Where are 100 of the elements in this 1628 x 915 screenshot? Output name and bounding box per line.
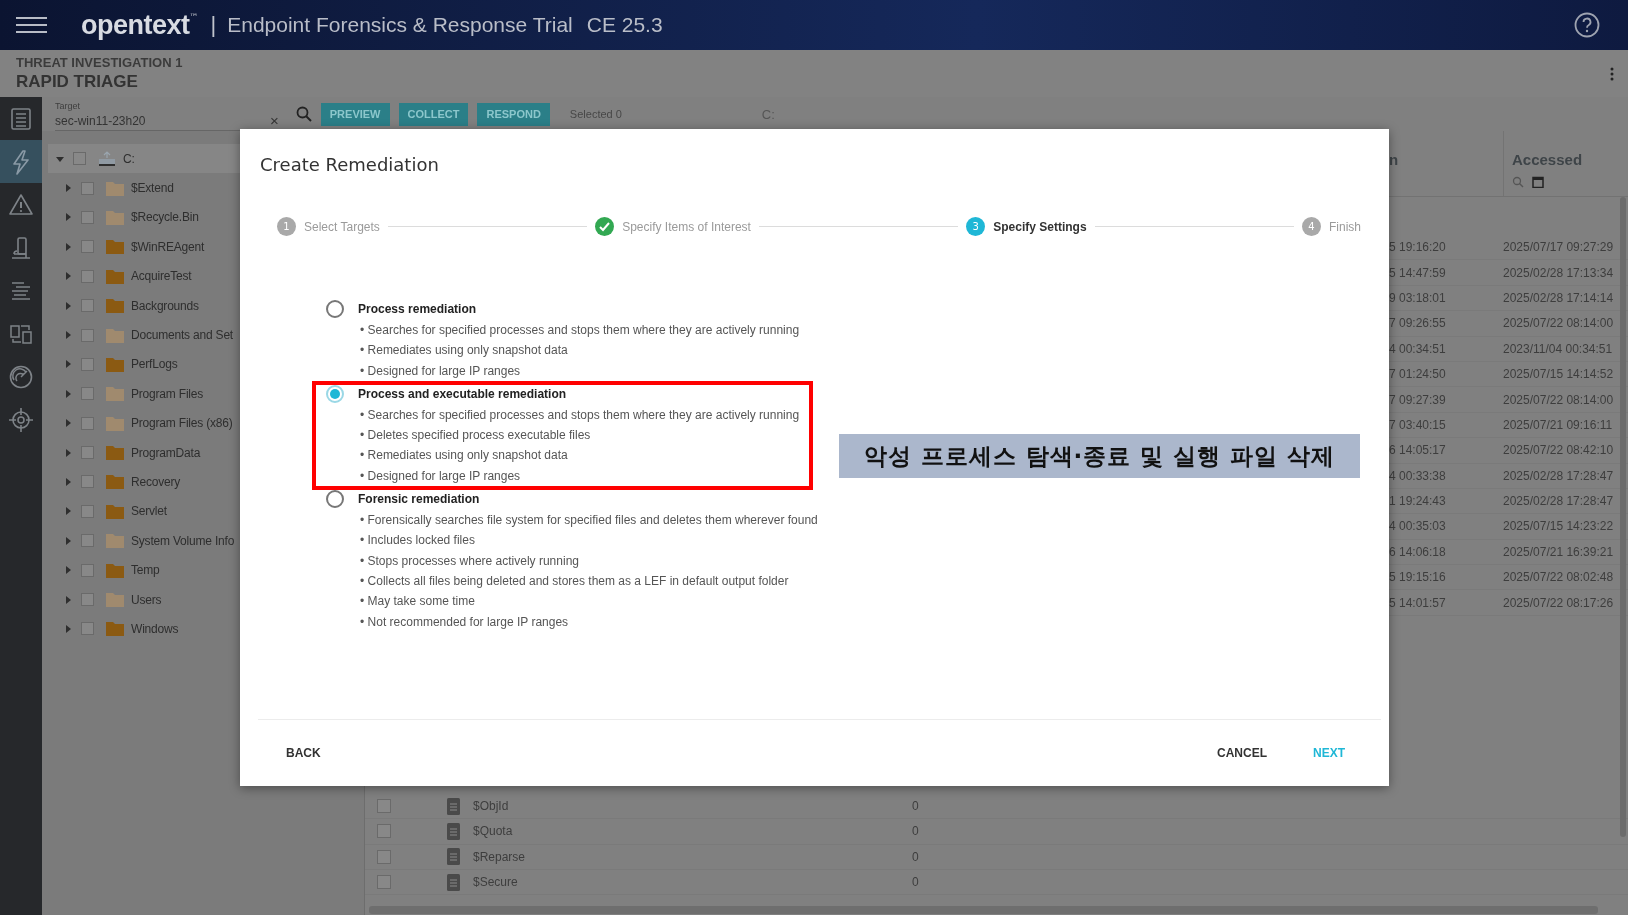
checkbox[interactable] (81, 210, 94, 224)
caret-right-icon[interactable] (64, 595, 72, 604)
table-cell-text: 7 03:40:15 (1389, 417, 1447, 432)
table-cell-text: 7 09:26:55 (1389, 316, 1447, 331)
tree-item-label: Temp (131, 563, 160, 578)
caret-right-icon[interactable] (64, 419, 72, 428)
table-cell-text: 4 00:33:38 (1389, 468, 1447, 483)
checkbox[interactable] (81, 387, 94, 401)
option-bullet: • Deletes specified process executable files (359, 427, 592, 445)
checkbox[interactable] (81, 269, 94, 283)
checkbox[interactable] (81, 240, 94, 254)
checkbox[interactable] (81, 181, 94, 195)
tree-item-label: Documents and Set (131, 328, 233, 343)
checkbox[interactable] (81, 475, 94, 489)
toolbar-button[interactable]: PREVIEW (320, 102, 390, 126)
search-icon[interactable] (295, 106, 312, 122)
sidebar-item[interactable] (0, 140, 42, 183)
table-cell-text: 6 14:06:18 (1389, 544, 1447, 559)
calendar-icon[interactable] (1532, 176, 1544, 188)
option-bullet: • Searches for specified processes and stops them where they are actively running (359, 322, 800, 339)
caption: 악성 프로세스 탐색·종료 및 실행 파일 삭제 (839, 434, 1360, 478)
caret-right-icon[interactable] (64, 478, 72, 486)
document-icon (447, 848, 460, 866)
help-icon[interactable] (1574, 12, 1600, 38)
page-title: RAPID TRIAGE (16, 72, 139, 92)
more-icon[interactable] (1610, 66, 1614, 81)
table-cell-text: $Reparse (473, 849, 527, 864)
table-cell-text: 4 00:35:03 (1389, 519, 1447, 534)
table-cell-text: 0 (912, 824, 920, 839)
checkbox[interactable] (73, 152, 86, 166)
checkbox[interactable] (81, 534, 94, 548)
checkbox[interactable] (81, 416, 94, 430)
step-number: 1 (277, 217, 296, 236)
step-number: 4 (1302, 217, 1321, 236)
step-label: Finish (1329, 219, 1361, 234)
table-cell-text: 2025/07/22 08:42:10 (1503, 443, 1615, 458)
table-cell-text: 6 14:05:17 (1389, 443, 1447, 458)
radar-icon (8, 363, 34, 390)
version-label: CE 25.3 (586, 13, 663, 37)
option-title: Forensic remediation (358, 491, 481, 509)
option-title: Process remediation (358, 301, 478, 318)
caret-right-icon[interactable] (64, 242, 72, 251)
checkbox[interactable] (81, 446, 94, 460)
caret-right-icon[interactable] (64, 213, 72, 222)
table-cell-text: 2025/07/21 09:16:11 (1503, 417, 1614, 432)
tree-item-label: System Volume Info (131, 533, 235, 548)
step-number: 3 (966, 217, 986, 236)
toolbar-button[interactable]: RESPOND (477, 102, 550, 126)
checkbox[interactable] (81, 328, 94, 342)
column-header: n (1389, 151, 1400, 168)
menu-icon[interactable] (16, 17, 47, 33)
checkbox[interactable] (81, 622, 94, 636)
caret-right-icon[interactable] (64, 184, 72, 193)
option-title: Process and executable remediation (358, 385, 568, 403)
caret-down-icon[interactable] (56, 154, 64, 163)
checkbox[interactable] (81, 357, 94, 371)
table-cell-text: 2025/02/28 17:28:47 (1503, 468, 1615, 483)
table-cell-text: 2025/07/15 14:14:52 (1503, 367, 1615, 382)
option-bullet: • Not recommended for large IP ranges (359, 613, 570, 631)
tree-item-label: Windows (131, 621, 179, 636)
toolbar-button[interactable]: COLLECT (398, 102, 469, 126)
caret-right-icon[interactable] (64, 624, 72, 633)
checkbox[interactable] (377, 849, 391, 864)
caret-right-icon[interactable] (64, 389, 72, 398)
option-bullet: • Collects all files being deleted and stores them as a LEF in default output folder (359, 572, 790, 590)
checkbox[interactable] (377, 875, 391, 890)
table-cell-text: 5 19:15:16 (1389, 570, 1447, 585)
table-cell-text: $Secure (473, 875, 519, 890)
table-cell-text: 0 (912, 875, 920, 890)
table-cell-text: 5 14:01:57 (1389, 595, 1447, 610)
checkbox[interactable] (81, 593, 94, 607)
table-cell-text: $Quota (473, 824, 514, 839)
checkbox[interactable] (377, 824, 391, 839)
option-bullet: • Designed for large IP ranges (359, 467, 522, 485)
table-cell-text: 0 (912, 849, 920, 864)
checkbox[interactable] (81, 504, 94, 518)
document-icon (447, 822, 460, 840)
caret-right-icon[interactable] (64, 448, 72, 457)
radio-button[interactable] (326, 490, 344, 509)
caret-right-icon[interactable] (64, 331, 72, 340)
caret-right-icon[interactable] (64, 360, 72, 369)
checkbox[interactable] (81, 563, 94, 577)
caret-right-icon[interactable] (64, 566, 72, 575)
caret-right-icon[interactable] (64, 536, 72, 545)
table-cell-text: 2025/07/22 08:17:26 (1503, 595, 1615, 610)
caret-right-icon[interactable] (64, 301, 72, 310)
table-cell-text: 2025/02/28 17:28:47 (1503, 494, 1615, 509)
search-icon[interactable] (1512, 176, 1524, 188)
checkbox[interactable] (81, 299, 94, 313)
caret-right-icon[interactable] (64, 272, 72, 281)
dialog-button[interactable]: BACK (278, 740, 329, 766)
dialog-button[interactable]: NEXT (1305, 740, 1353, 766)
table-cell-text: 9 03:18:01 (1389, 290, 1447, 305)
dialog-button[interactable]: CANCEL (1209, 740, 1275, 766)
caret-right-icon[interactable] (64, 507, 72, 516)
separator: | (210, 12, 217, 38)
option-bullet: • Searches for specified processes and stops them where they are actively running (359, 406, 800, 424)
radio-button[interactable] (326, 300, 344, 318)
checkbox[interactable] (377, 799, 391, 814)
clear-button[interactable]: × (270, 111, 279, 129)
